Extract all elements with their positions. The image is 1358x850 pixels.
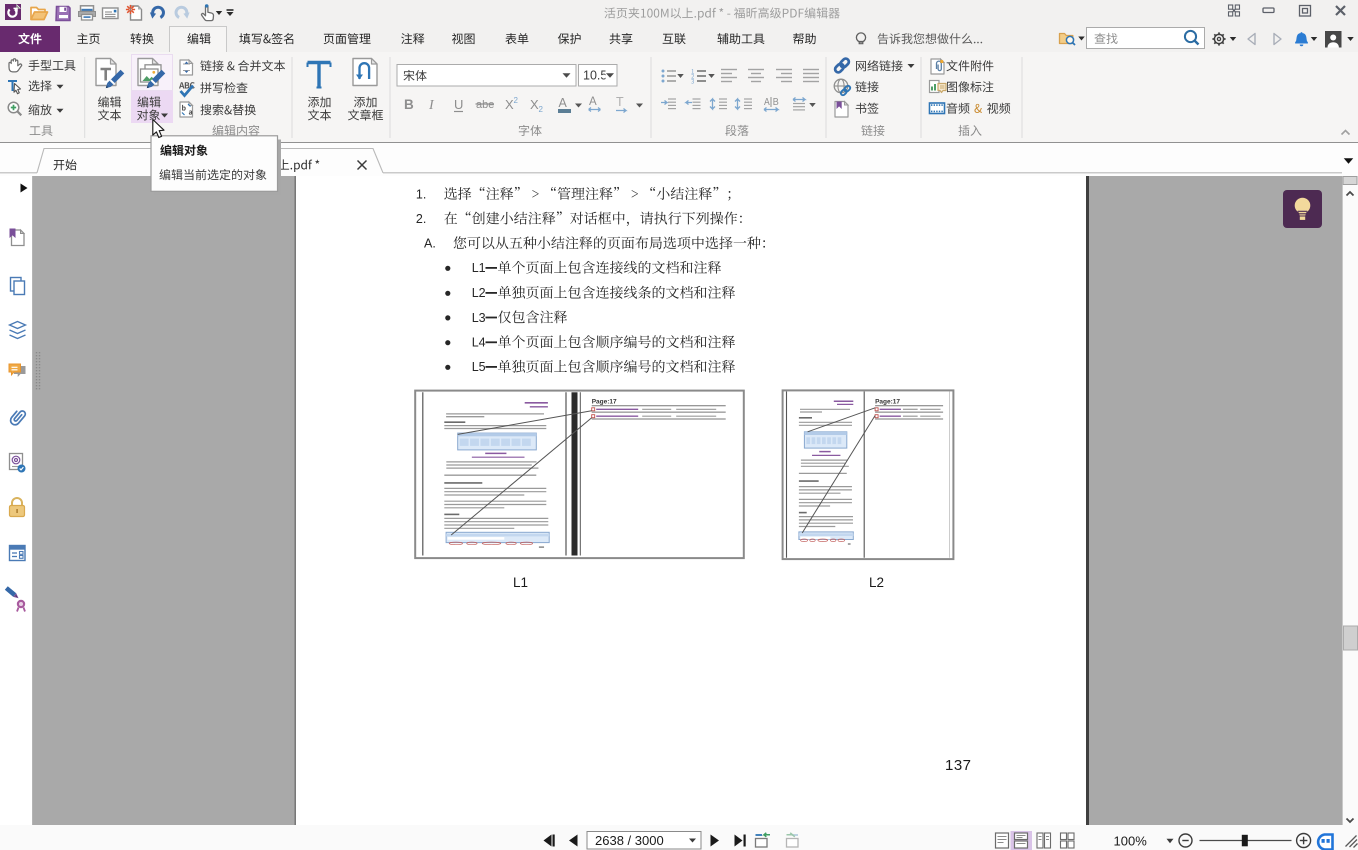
- svg-text:A: A: [589, 96, 597, 108]
- svg-text:L2: L2: [869, 575, 884, 590]
- svg-text:B: B: [404, 97, 414, 112]
- svg-text:Page:17: Page:17: [875, 399, 900, 406]
- svg-text:Page:17: Page:17: [592, 399, 617, 406]
- svg-text:137: 137: [945, 757, 972, 774]
- svg-text:2638 / 3000: 2638 / 3000: [595, 833, 664, 848]
- svg-text:U: U: [454, 97, 463, 112]
- svg-text:L1: L1: [513, 575, 528, 590]
- svg-text:T: T: [616, 95, 624, 109]
- svg-text:I: I: [428, 98, 435, 113]
- svg-text:L4: L4: [472, 336, 486, 350]
- svg-text:2.: 2.: [416, 212, 426, 226]
- svg-text:L5: L5: [472, 360, 486, 374]
- svg-text:L3: L3: [472, 311, 486, 325]
- svg-text:L1: L1: [472, 261, 486, 275]
- svg-text:L2: L2: [472, 286, 486, 300]
- svg-text:A: A: [559, 96, 568, 110]
- svg-text:2: 2: [514, 96, 519, 105]
- svg-text:10.5: 10.5: [583, 69, 607, 83]
- svg-text:A.: A.: [424, 237, 436, 251]
- svg-text:1.: 1.: [416, 187, 426, 201]
- svg-text:2: 2: [539, 105, 544, 114]
- svg-text:abe: abe: [476, 99, 494, 111]
- svg-text:100%: 100%: [1114, 833, 1148, 848]
